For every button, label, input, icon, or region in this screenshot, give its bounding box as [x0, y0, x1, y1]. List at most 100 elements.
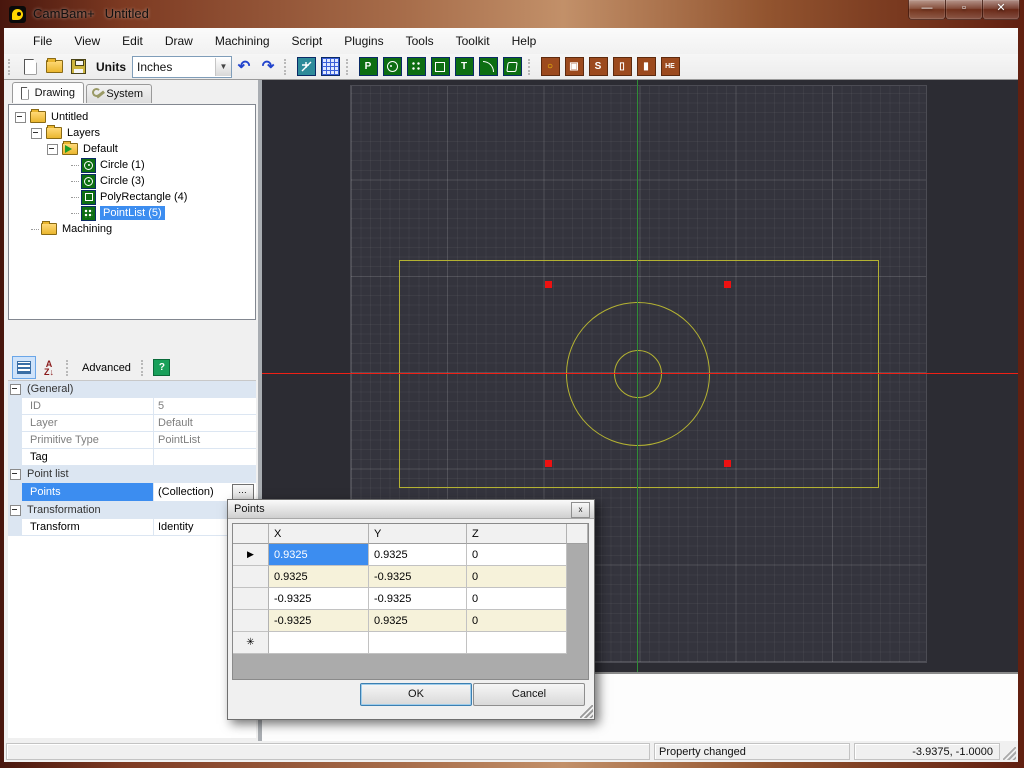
help-button[interactable]: ? — [151, 357, 173, 378]
save-button[interactable] — [67, 56, 89, 78]
menu-help[interactable]: Help — [501, 30, 548, 52]
column-header-z[interactable]: Z — [467, 524, 567, 544]
alphabetical-sort-button[interactable]: AZ↓ — [38, 357, 60, 378]
menu-file[interactable]: File — [22, 30, 63, 52]
close-button[interactable]: ✕ — [982, 0, 1020, 20]
menu-tools[interactable]: Tools — [395, 30, 445, 52]
resize-grip-icon[interactable] — [1003, 747, 1016, 760]
point-marker[interactable] — [724, 281, 731, 288]
open-file-button[interactable] — [43, 56, 65, 78]
collapse-icon[interactable] — [15, 112, 26, 123]
tree-item-circle-1[interactable]: Circle (1) — [71, 157, 145, 173]
draw-circle-button[interactable] — [381, 56, 403, 78]
title-bar[interactable]: CamBam+Untitled — ▫ ✕ — [0, 0, 1024, 28]
cell-y[interactable] — [369, 632, 467, 654]
tab-system[interactable]: System — [86, 84, 152, 103]
cell-x[interactable] — [269, 632, 369, 654]
maximize-button[interactable]: ▫ — [945, 0, 983, 20]
column-header-y[interactable]: Y — [369, 524, 467, 544]
property-row-layer[interactable]: Layer Default — [8, 415, 256, 432]
axes-toggle-button[interactable] — [295, 56, 317, 78]
toolbar-grip[interactable] — [346, 59, 352, 75]
undo-button[interactable]: ↶ — [233, 56, 255, 78]
machine-drill-button[interactable]: ▯ — [611, 56, 633, 78]
collapse-icon[interactable] — [47, 144, 58, 155]
toolbar-grip[interactable] — [528, 59, 534, 75]
collapse-icon[interactable] — [10, 384, 21, 395]
property-category-point-list[interactable]: Point list — [8, 466, 256, 483]
cell-z[interactable]: 0 — [467, 566, 567, 588]
tree-item-untitled[interactable]: Untitled — [15, 109, 88, 125]
grid-toggle-button[interactable] — [319, 56, 341, 78]
row-header[interactable] — [233, 566, 269, 588]
machine-engrave-button[interactable]: S — [587, 56, 609, 78]
cell-z[interactable]: 0 — [467, 610, 567, 632]
property-category-general[interactable]: (General) — [8, 381, 256, 398]
collection-editor-button[interactable]: … — [232, 484, 254, 500]
collapse-icon[interactable] — [10, 505, 21, 516]
menu-edit[interactable]: Edit — [111, 30, 154, 52]
toolbar-grip[interactable] — [8, 59, 14, 75]
collapse-icon[interactable] — [31, 128, 42, 139]
tree-item-default-layer[interactable]: Default — [47, 141, 118, 157]
new-file-button[interactable] — [19, 56, 41, 78]
cell-x[interactable]: 0.9325 — [269, 544, 369, 566]
categorized-view-button[interactable] — [12, 356, 36, 379]
dialog-close-button[interactable]: x — [571, 502, 590, 518]
cell-z[interactable] — [467, 632, 567, 654]
column-header-x[interactable]: X — [269, 524, 369, 544]
cell-y[interactable]: 0.9325 — [369, 544, 467, 566]
point-marker[interactable] — [545, 281, 552, 288]
property-row-points[interactable]: Points (Collection) … — [8, 483, 256, 502]
minimize-button[interactable]: — — [908, 0, 946, 20]
point-marker[interactable] — [545, 460, 552, 467]
tree-item-pointlist-5[interactable]: PointList (5) — [71, 205, 165, 221]
cell-x[interactable]: -0.9325 — [269, 588, 369, 610]
draw-polyline-button[interactable]: P — [357, 56, 379, 78]
draw-text-button[interactable]: T — [453, 56, 475, 78]
cell-x[interactable]: -0.9325 — [269, 610, 369, 632]
menu-view[interactable]: View — [63, 30, 111, 52]
menu-plugins[interactable]: Plugins — [333, 30, 394, 52]
cancel-button[interactable]: Cancel — [473, 683, 585, 706]
ok-button[interactable]: OK — [360, 683, 472, 706]
property-row-transform[interactable]: Transform Identity — [8, 519, 256, 536]
new-row-icon[interactable]: ✳ — [233, 632, 269, 654]
dialog-resize-grip-icon[interactable] — [580, 705, 593, 718]
cell-y[interactable]: -0.9325 — [369, 588, 467, 610]
property-value[interactable] — [154, 449, 256, 465]
menu-draw[interactable]: Draw — [154, 30, 204, 52]
tree-item-machining[interactable]: Machining — [31, 221, 112, 237]
menu-machining[interactable]: Machining — [204, 30, 281, 52]
redo-button[interactable]: ↷ — [257, 56, 279, 78]
draw-points-button[interactable] — [405, 56, 427, 78]
draw-arc-button[interactable] — [477, 56, 499, 78]
menu-script[interactable]: Script — [281, 30, 334, 52]
property-category-transformation[interactable]: Transformation — [8, 502, 256, 519]
machine-profile-button[interactable]: ○ — [539, 56, 561, 78]
draw-surface-button[interactable] — [501, 56, 523, 78]
collapse-icon[interactable] — [10, 469, 21, 480]
machine-nc-button[interactable]: HE — [659, 56, 681, 78]
property-row-id[interactable]: ID 5 — [8, 398, 256, 415]
units-combobox[interactable]: Inches ▼ — [132, 56, 232, 78]
row-header[interactable] — [233, 588, 269, 610]
property-row-tag[interactable]: Tag — [8, 449, 256, 466]
tree-item-polyrectangle-4[interactable]: PolyRectangle (4) — [71, 189, 187, 205]
toolbar-grip[interactable] — [284, 59, 290, 75]
cell-x[interactable]: 0.9325 — [269, 566, 369, 588]
point-marker[interactable] — [724, 460, 731, 467]
machine-pocket-button[interactable]: ▣ — [563, 56, 585, 78]
cell-z[interactable]: 0 — [467, 588, 567, 610]
chevron-down-icon[interactable]: ▼ — [215, 58, 231, 76]
advanced-button[interactable]: Advanced — [76, 362, 137, 374]
row-header[interactable] — [233, 610, 269, 632]
cell-y[interactable]: 0.9325 — [369, 610, 467, 632]
property-row-primitive-type[interactable]: Primitive Type PointList — [8, 432, 256, 449]
tab-drawing[interactable]: Drawing — [12, 82, 84, 103]
inner-circle-shape[interactable] — [614, 350, 662, 398]
dialog-title-bar[interactable]: Points x — [228, 500, 594, 519]
machine-lathe-button[interactable]: ▮ — [635, 56, 657, 78]
cell-z[interactable]: 0 — [467, 544, 567, 566]
cell-y[interactable]: -0.9325 — [369, 566, 467, 588]
